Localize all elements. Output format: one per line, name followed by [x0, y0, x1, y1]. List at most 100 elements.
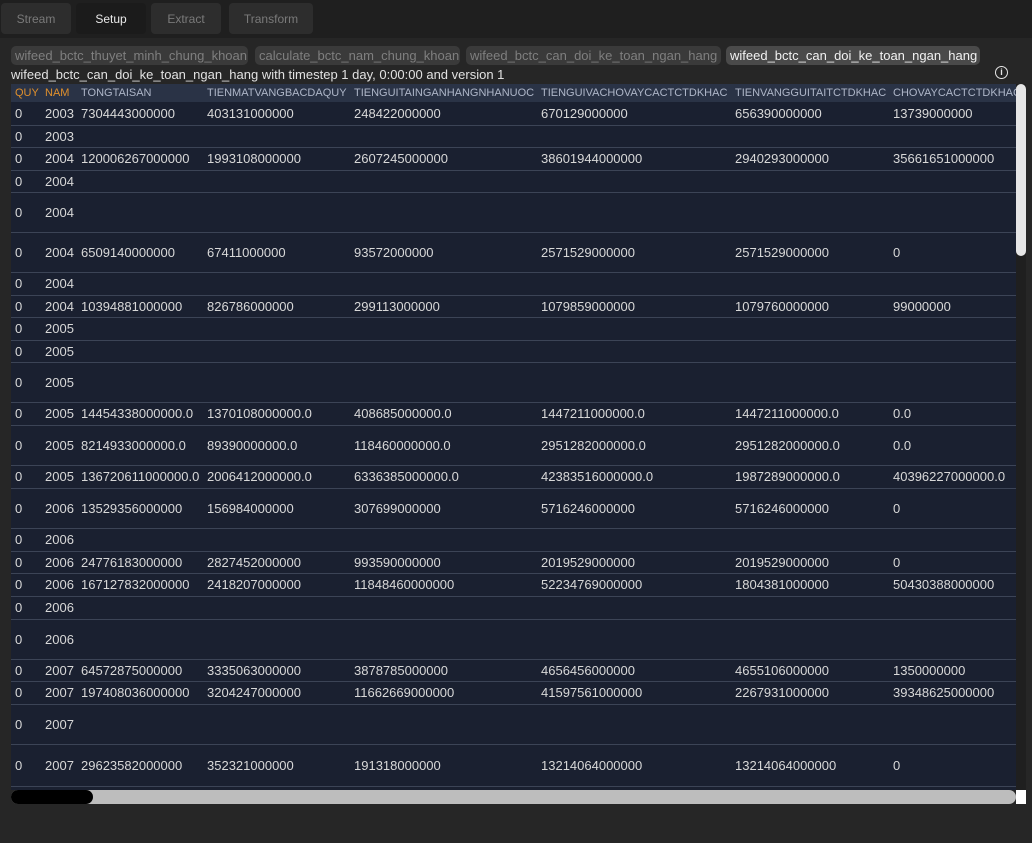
table-row[interactable]: 0 2006 24776183000000 2827452000000 99359000…	[11, 551, 1016, 574]
table-cell: 93572000000	[350, 232, 537, 273]
table-row[interactable]: 0 2007	[11, 704, 1016, 745]
table-cell	[537, 272, 731, 296]
table-row[interactable]: 0 2006	[11, 619, 1016, 660]
table-cell: 2007	[41, 659, 77, 682]
table-cell: 2571529000000	[731, 232, 889, 273]
table-cell	[350, 125, 537, 148]
chip-can-doi-ke-toan-ngan-hang-active[interactable]: wifeed_bctc_can_doi_ke_toan_ngan_hang	[726, 46, 980, 65]
table-cell: 0	[11, 125, 41, 148]
table-row[interactable]: 0 2003	[11, 125, 1016, 148]
table-cell: 38601944000000	[537, 147, 731, 171]
table-row[interactable]: 0 2005	[11, 362, 1016, 403]
table-cell: 10394881000000	[77, 295, 203, 318]
table-row[interactable]: 0 2003 7304443000000 403131000000 2484220000…	[11, 102, 1016, 126]
column-header[interactable]: TIENVANGGUITAITCTDKHAC	[731, 84, 889, 102]
table-cell: 1447211000000.0	[537, 402, 731, 426]
table-cell: 2004	[41, 147, 77, 171]
table-cell	[350, 340, 537, 363]
table-cell: 13529356000000	[77, 488, 203, 529]
table-row[interactable]: 0 2004	[11, 272, 1016, 296]
table-row[interactable]: 0 2004 120006267000000 1993108000000 2607245…	[11, 147, 1016, 171]
table-cell: 0	[11, 232, 41, 273]
table-cell: 89390000000.0	[203, 425, 350, 466]
table-row[interactable]: 0 2006 167127832000000 2418207000000 1184846…	[11, 573, 1016, 597]
column-header[interactable]: NAM	[41, 84, 77, 102]
tab-transform[interactable]: Transform	[229, 3, 313, 34]
table-row[interactable]: 0 2004	[11, 192, 1016, 233]
table-cell: 2004	[41, 170, 77, 193]
table-cell: 408685000000.0	[350, 402, 537, 426]
table-row[interactable]: 0 2005 14454338000000.0 1370108000000.0 4086…	[11, 402, 1016, 426]
table-cell: 0	[11, 192, 41, 233]
table-cell: 39348625000000	[889, 681, 1016, 705]
table-cell: 1993108000000	[203, 147, 350, 171]
table-cell: 3335063000000	[203, 659, 350, 682]
table-row[interactable]: 0 2004	[11, 170, 1016, 193]
column-header[interactable]: TIENGUIVACHOVAYCACTCTDKHAC	[537, 84, 731, 102]
table-cell	[889, 619, 1016, 660]
info-icon[interactable]: i	[995, 66, 1008, 79]
table-cell	[889, 340, 1016, 363]
table-cell	[350, 528, 537, 552]
table-cell: 40396227000000.0	[889, 465, 1016, 489]
table-cell: 2004	[41, 295, 77, 318]
table-row[interactable]: 0 2006	[11, 528, 1016, 552]
horizontal-scrollbar-track[interactable]	[11, 790, 1016, 804]
table-cell: 99000000	[889, 295, 1016, 318]
table-cell	[203, 192, 350, 233]
table-cell: 167127832000000	[77, 573, 203, 597]
table-row[interactable]: 0 2007 197408036000000 3204247000000 1166266…	[11, 681, 1016, 705]
table-row[interactable]: 0 2005	[11, 317, 1016, 341]
table-cell: 2267931000000	[731, 681, 889, 705]
table-row[interactable]: 0 2005 136720611000000.0 2006412000000.0 633…	[11, 465, 1016, 489]
table-cell: 0	[11, 272, 41, 296]
chip-can-doi-ke-toan-ngan-hang[interactable]: wifeed_bctc_can_doi_ke_toan_ngan_hang	[466, 46, 721, 65]
table-cell: 993590000000	[350, 551, 537, 574]
column-header[interactable]: CHOVAYCACTCTDKHAC	[889, 84, 1016, 102]
horizontal-scrollbar-thumb[interactable]	[11, 790, 93, 804]
table-cell: 0	[11, 147, 41, 171]
table-cell	[203, 125, 350, 148]
table-cell: 2004	[41, 272, 77, 296]
table-cell: 0	[11, 681, 41, 705]
column-header[interactable]: TIENGUITAINGANHANGNHANUOC	[350, 84, 537, 102]
table-cell: 6336385000000.0	[350, 465, 537, 489]
table-cell: 2951282000000.0	[537, 425, 731, 466]
table-cell	[889, 596, 1016, 620]
column-header[interactable]: TONGTAISAN	[77, 84, 203, 102]
table-row[interactable]: 0 2004 10394881000000 826786000000 299113000…	[11, 295, 1016, 318]
tab-stream[interactable]: Stream	[1, 3, 71, 34]
table-cell	[77, 362, 203, 403]
column-header[interactable]: QUY	[11, 84, 41, 102]
table-cell	[77, 528, 203, 552]
table-row[interactable]: 0 2007 29623582000000 352321000000 191318000…	[11, 744, 1016, 787]
table-cell: 0	[11, 425, 41, 466]
column-header[interactable]: TIENMATVANGBACDAQUY	[203, 84, 350, 102]
table-row[interactable]: 0 2006 13529356000000 156984000000 307699000…	[11, 488, 1016, 529]
table-row[interactable]: 0 2004 6509140000000 67411000000 93572000000…	[11, 232, 1016, 273]
table-cell: 2005	[41, 402, 77, 426]
table-cell: 3878785000000	[350, 659, 537, 682]
dataset-subtitle: wifeed_bctc_can_doi_ke_toan_ngan_hang wi…	[11, 67, 505, 82]
table-cell: 1079760000000	[731, 295, 889, 318]
chip-calculate-bctc-nam[interactable]: calculate_bctc_nam_chung_khoan	[255, 46, 460, 65]
table-cell	[731, 704, 889, 745]
table-row[interactable]: 0 2005	[11, 340, 1016, 363]
table-cell: 1804381000000	[731, 573, 889, 597]
tab-extract[interactable]: Extract	[151, 3, 221, 34]
tab-setup[interactable]: Setup	[76, 3, 146, 34]
table-cell	[350, 317, 537, 341]
table-cell	[350, 192, 537, 233]
table-row[interactable]: 0 2007 64572875000000 3335063000000 38787850…	[11, 659, 1016, 682]
vertical-scrollbar-thumb[interactable]	[1016, 84, 1026, 256]
table-cell: 0	[889, 232, 1016, 273]
table-cell: 2006412000000.0	[203, 465, 350, 489]
table-cell	[731, 340, 889, 363]
table-cell: 0	[889, 551, 1016, 574]
table-row[interactable]: 0 2005 8214933000000.0 89390000000.0 1184600…	[11, 425, 1016, 466]
chip-thuyet-minh-chung-khoan[interactable]: wifeed_bctc_thuyet_minh_chung_khoan	[11, 46, 248, 65]
table-row[interactable]: 0 2006	[11, 596, 1016, 620]
table-cell: 299113000000	[350, 295, 537, 318]
table-cell: 2005	[41, 465, 77, 489]
table-cell: 0	[11, 573, 41, 597]
